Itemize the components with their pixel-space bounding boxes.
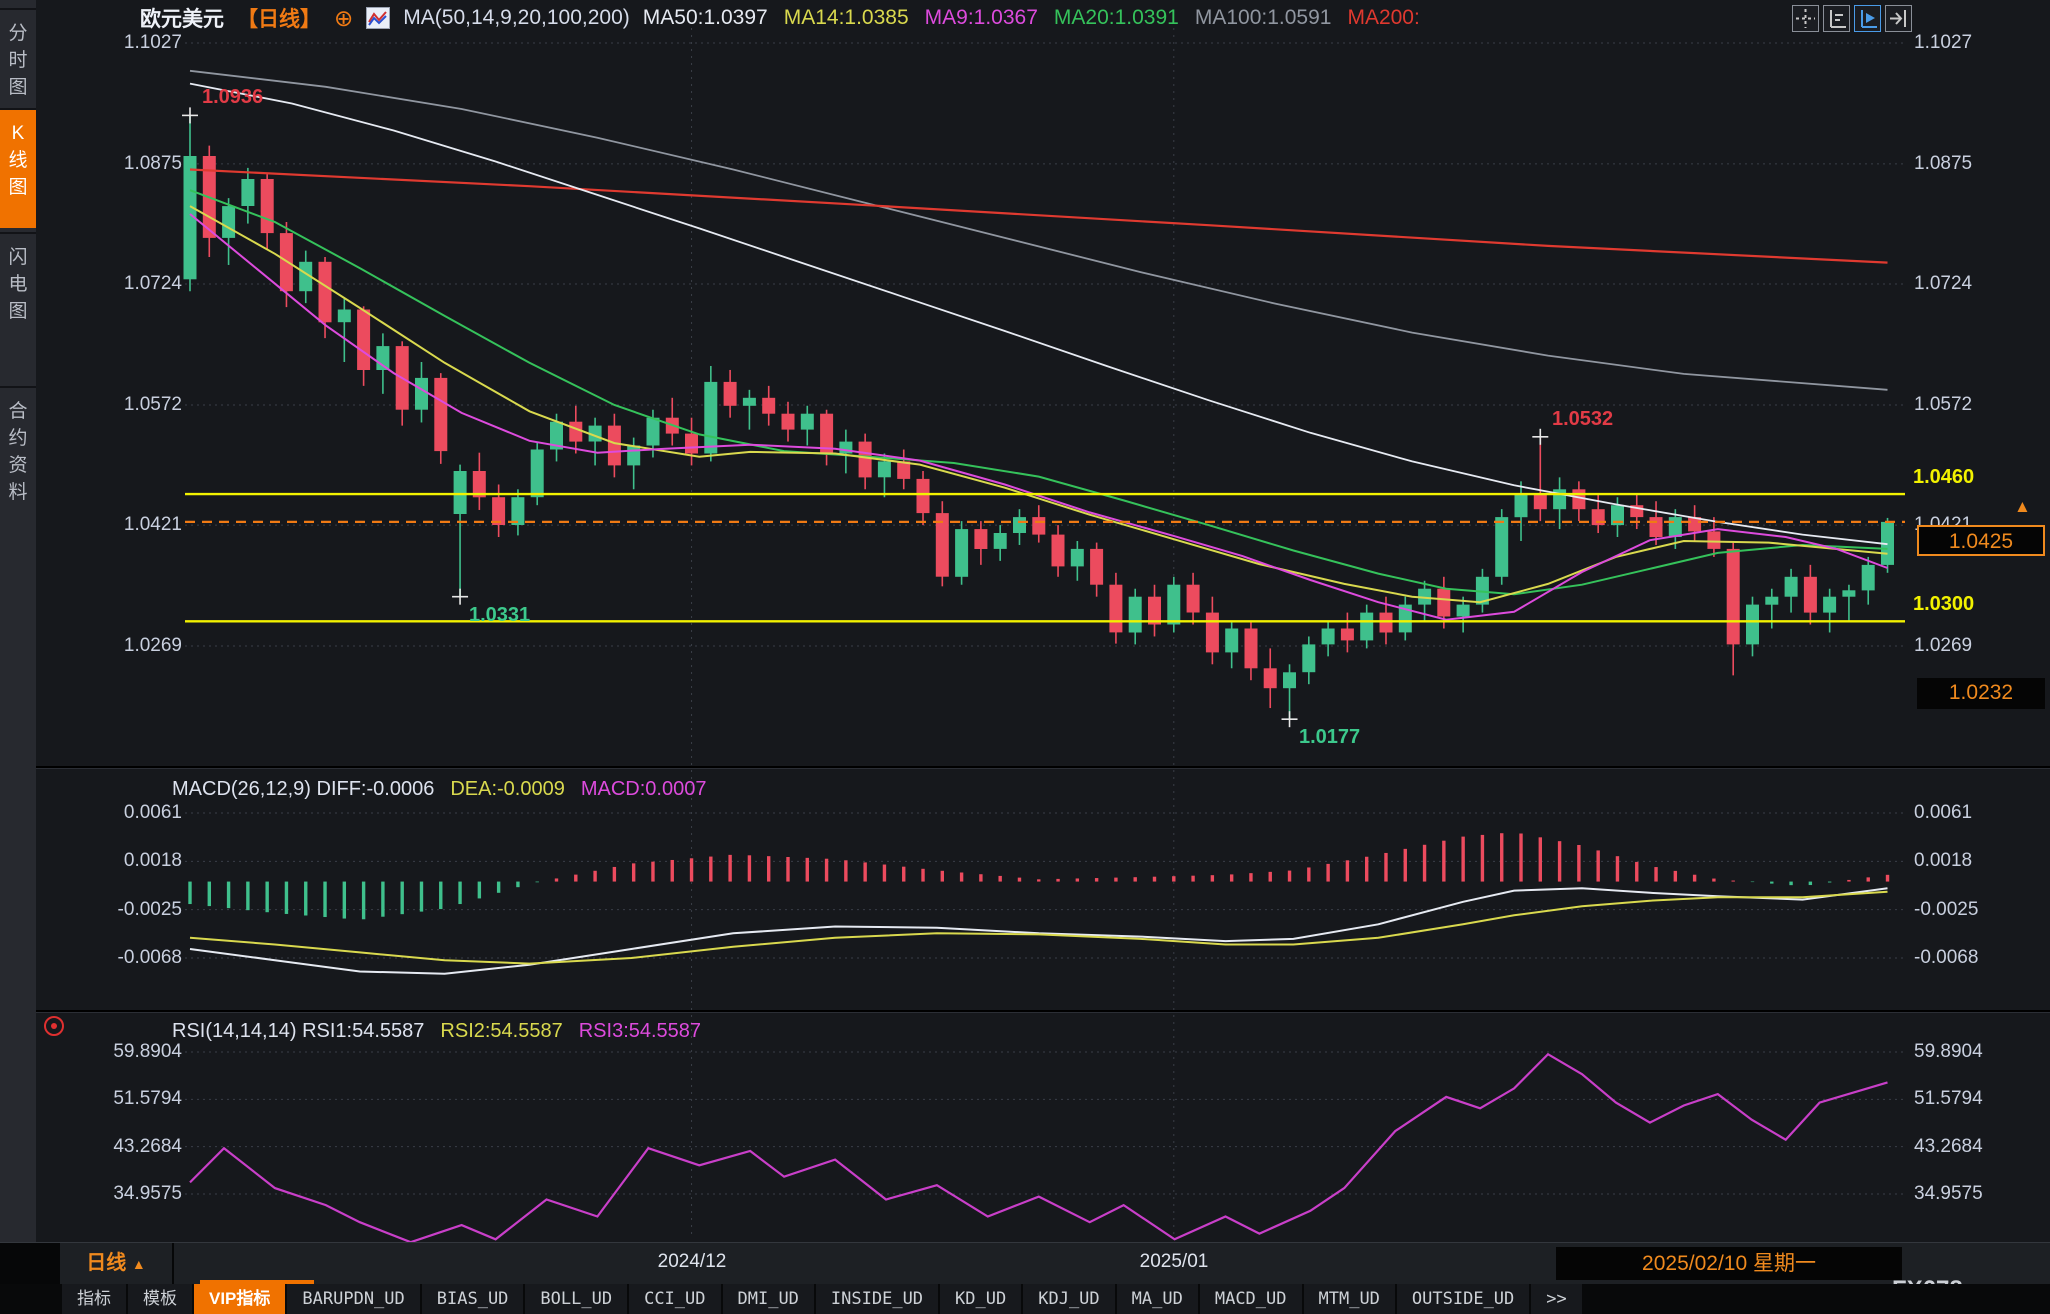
target-icon[interactable] — [44, 1016, 64, 1036]
rsi2-value: RSI2:54.5587 — [440, 1020, 562, 1043]
corner-block — [0, 1243, 60, 1285]
current-price-badge: 1.0425 — [1917, 525, 2045, 556]
axis-label: -0.0025 — [1914, 899, 1978, 921]
axis-label: 59.8904 — [70, 1041, 182, 1063]
rsi-header: RSI(14,14,14) RSI1:54.5587 RSI2:54.5587 … — [172, 1020, 701, 1043]
go-to-latest-icon[interactable] — [1885, 5, 1912, 32]
chart-toolbar — [1792, 5, 1912, 32]
axis-label: 1.0269 — [70, 635, 182, 657]
symbol-title: 欧元美元 — [140, 3, 224, 33]
latest-price-arrow-icon[interactable]: ▲ — [2014, 497, 2031, 517]
ma-value-4: MA20:1.0391 — [1054, 6, 1179, 30]
sidebar-item-4[interactable]: 合约资料 — [0, 386, 36, 560]
axis-label: 1.0724 — [1914, 273, 1972, 295]
tab-KD_UD[interactable]: KD_UD — [940, 1284, 1021, 1314]
crosshair-icon[interactable] — [1792, 5, 1819, 32]
macd-value: MACD:0.0007 — [581, 778, 707, 801]
axis-label: 34.9575 — [70, 1183, 182, 1205]
ma-group-label: MA(50,14,9,20,100,200) — [403, 6, 630, 30]
axis-label: 34.9575 — [1914, 1183, 1983, 1205]
price-scale-icon[interactable] — [1823, 5, 1850, 32]
level-label: 1.0300 — [1913, 593, 1974, 616]
axis-label: 1.0724 — [70, 273, 182, 295]
panel-separator — [36, 1010, 2050, 1013]
axis-label: 1.0421 — [70, 514, 182, 536]
trading-app-window: 分时图 K线图闪电图合约资料 欧元美元 【日线】 ⊕ MA(50,14,9,20,… — [0, 0, 2050, 1314]
macd-dea-value: DEA:-0.0009 — [450, 778, 565, 801]
month-label: 2025/01 — [1114, 1251, 1234, 1273]
axis-label: 51.5794 — [1914, 1088, 1983, 1110]
date-axis-row: 日线 ▲ 2025/02/10 星期一 2024/12 2025/01 — [0, 1242, 2050, 1284]
panel-separator — [36, 766, 2050, 769]
tab-DMI_UD[interactable]: DMI_UD — [723, 1284, 814, 1314]
month-label: 2024/12 — [632, 1251, 752, 1273]
chart-header: 欧元美元 【日线】 ⊕ MA(50,14,9,20,100,200) MA50:… — [140, 3, 1420, 33]
tab-INSIDE_UD[interactable]: INSIDE_UD — [816, 1284, 938, 1314]
chart-type-sidebar: 分时图 K线图闪电图合约资料 — [0, 0, 36, 1242]
tab-MA_UD[interactable]: MA_UD — [1117, 1284, 1198, 1314]
ma-value-5: MA100:1.0591 — [1195, 6, 1332, 30]
sidebar-item-3[interactable]: 闪电图 — [0, 232, 36, 354]
tab-KDJ_UD[interactable]: KDJ_UD — [1023, 1284, 1114, 1314]
tab->>[interactable]: >> — [1531, 1284, 1581, 1314]
axis-label: 1.0875 — [1914, 153, 1972, 175]
ma-value-1: MA50:1.0397 — [643, 6, 768, 30]
low-price-badge: 1.0232 — [1917, 678, 2045, 709]
circle-plus-icon[interactable]: ⊕ — [334, 5, 353, 32]
period-tag: 【日线】 — [237, 3, 321, 33]
axis-label: 51.5794 — [70, 1088, 182, 1110]
axis-label: 43.2684 — [70, 1136, 182, 1158]
sidebar-item-2[interactable]: K线图 — [0, 108, 36, 228]
axis-label: 1.0572 — [70, 394, 182, 416]
chart-canvas[interactable] — [0, 0, 2050, 1314]
price-annotation: 1.0177 — [1299, 726, 1360, 749]
tab-BARUPDN_UD[interactable]: BARUPDN_UD — [287, 1284, 419, 1314]
axis-label: 0.0061 — [70, 802, 182, 824]
current-date-label: 2025/02/10 星期一 — [1556, 1247, 1902, 1280]
period-selector[interactable]: 日线 ▲ — [60, 1243, 174, 1284]
tab-VIP指标[interactable]: VIP指标 — [194, 1284, 285, 1314]
price-annotation: 1.0532 — [1552, 408, 1613, 431]
auto-scale-icon[interactable] — [1854, 5, 1881, 32]
macd-header: MACD(26,12,9) DIFF:-0.0006 DEA:-0.0009 M… — [172, 778, 706, 801]
tab-模板[interactable]: 模板 — [128, 1284, 192, 1314]
axis-label: 0.0018 — [1914, 850, 1972, 872]
dropdown-arrow-icon: ▲ — [132, 1256, 146, 1272]
axis-label: 1.0572 — [1914, 394, 1972, 416]
axis-label: 1.1027 — [70, 32, 182, 54]
indicator-tab-bar: 指标模板VIP指标BARUPDN_UDBIAS_UDBOLL_UDCCI_UDD… — [0, 1284, 2050, 1314]
tab-指标[interactable]: 指标 — [62, 1284, 126, 1314]
tab-BOLL_UD[interactable]: BOLL_UD — [525, 1284, 627, 1314]
ma-value-3: MA9:1.0367 — [925, 6, 1038, 30]
axis-label: -0.0025 — [70, 899, 182, 921]
tab-BIAS_UD[interactable]: BIAS_UD — [422, 1284, 524, 1314]
kline-style-icon[interactable] — [366, 7, 390, 29]
ma-value-2: MA14:1.0385 — [784, 6, 909, 30]
macd-title: MACD(26,12,9) DIFF:-0.0006 — [172, 778, 434, 801]
sidebar-item-1[interactable]: 分时图 — [0, 8, 36, 104]
level-label: 1.0460 — [1913, 466, 1974, 489]
axis-label: 0.0018 — [70, 850, 182, 872]
ma-values: MA50:1.0397 MA14:1.0385 MA9:1.0367 MA20:1.0… — [643, 6, 1420, 30]
price-annotation: 1.0936 — [202, 86, 263, 109]
axis-label: 1.1027 — [1914, 32, 1972, 54]
rsi-title: RSI(14,14,14) RSI1:54.5587 — [172, 1020, 424, 1043]
axis-label: 43.2684 — [1914, 1136, 1983, 1158]
axis-label: 1.0269 — [1914, 635, 1972, 657]
axis-label: 1.0875 — [70, 153, 182, 175]
ma-value-6: MA200: — [1347, 6, 1419, 30]
axis-label: -0.0068 — [1914, 947, 1978, 969]
axis-label: 59.8904 — [1914, 1041, 1983, 1063]
rsi3-value: RSI3:54.5587 — [579, 1020, 701, 1043]
price-annotation: 1.0331 — [469, 604, 530, 627]
axis-label: -0.0068 — [70, 947, 182, 969]
axis-label: 0.0061 — [1914, 802, 1972, 824]
tab-CCI_UD[interactable]: CCI_UD — [629, 1284, 720, 1314]
tab-MTM_UD[interactable]: MTM_UD — [1304, 1284, 1395, 1314]
tab-spacer — [0, 1284, 60, 1314]
tab-OUTSIDE_UD[interactable]: OUTSIDE_UD — [1397, 1284, 1529, 1314]
tab-MACD_UD[interactable]: MACD_UD — [1200, 1284, 1302, 1314]
